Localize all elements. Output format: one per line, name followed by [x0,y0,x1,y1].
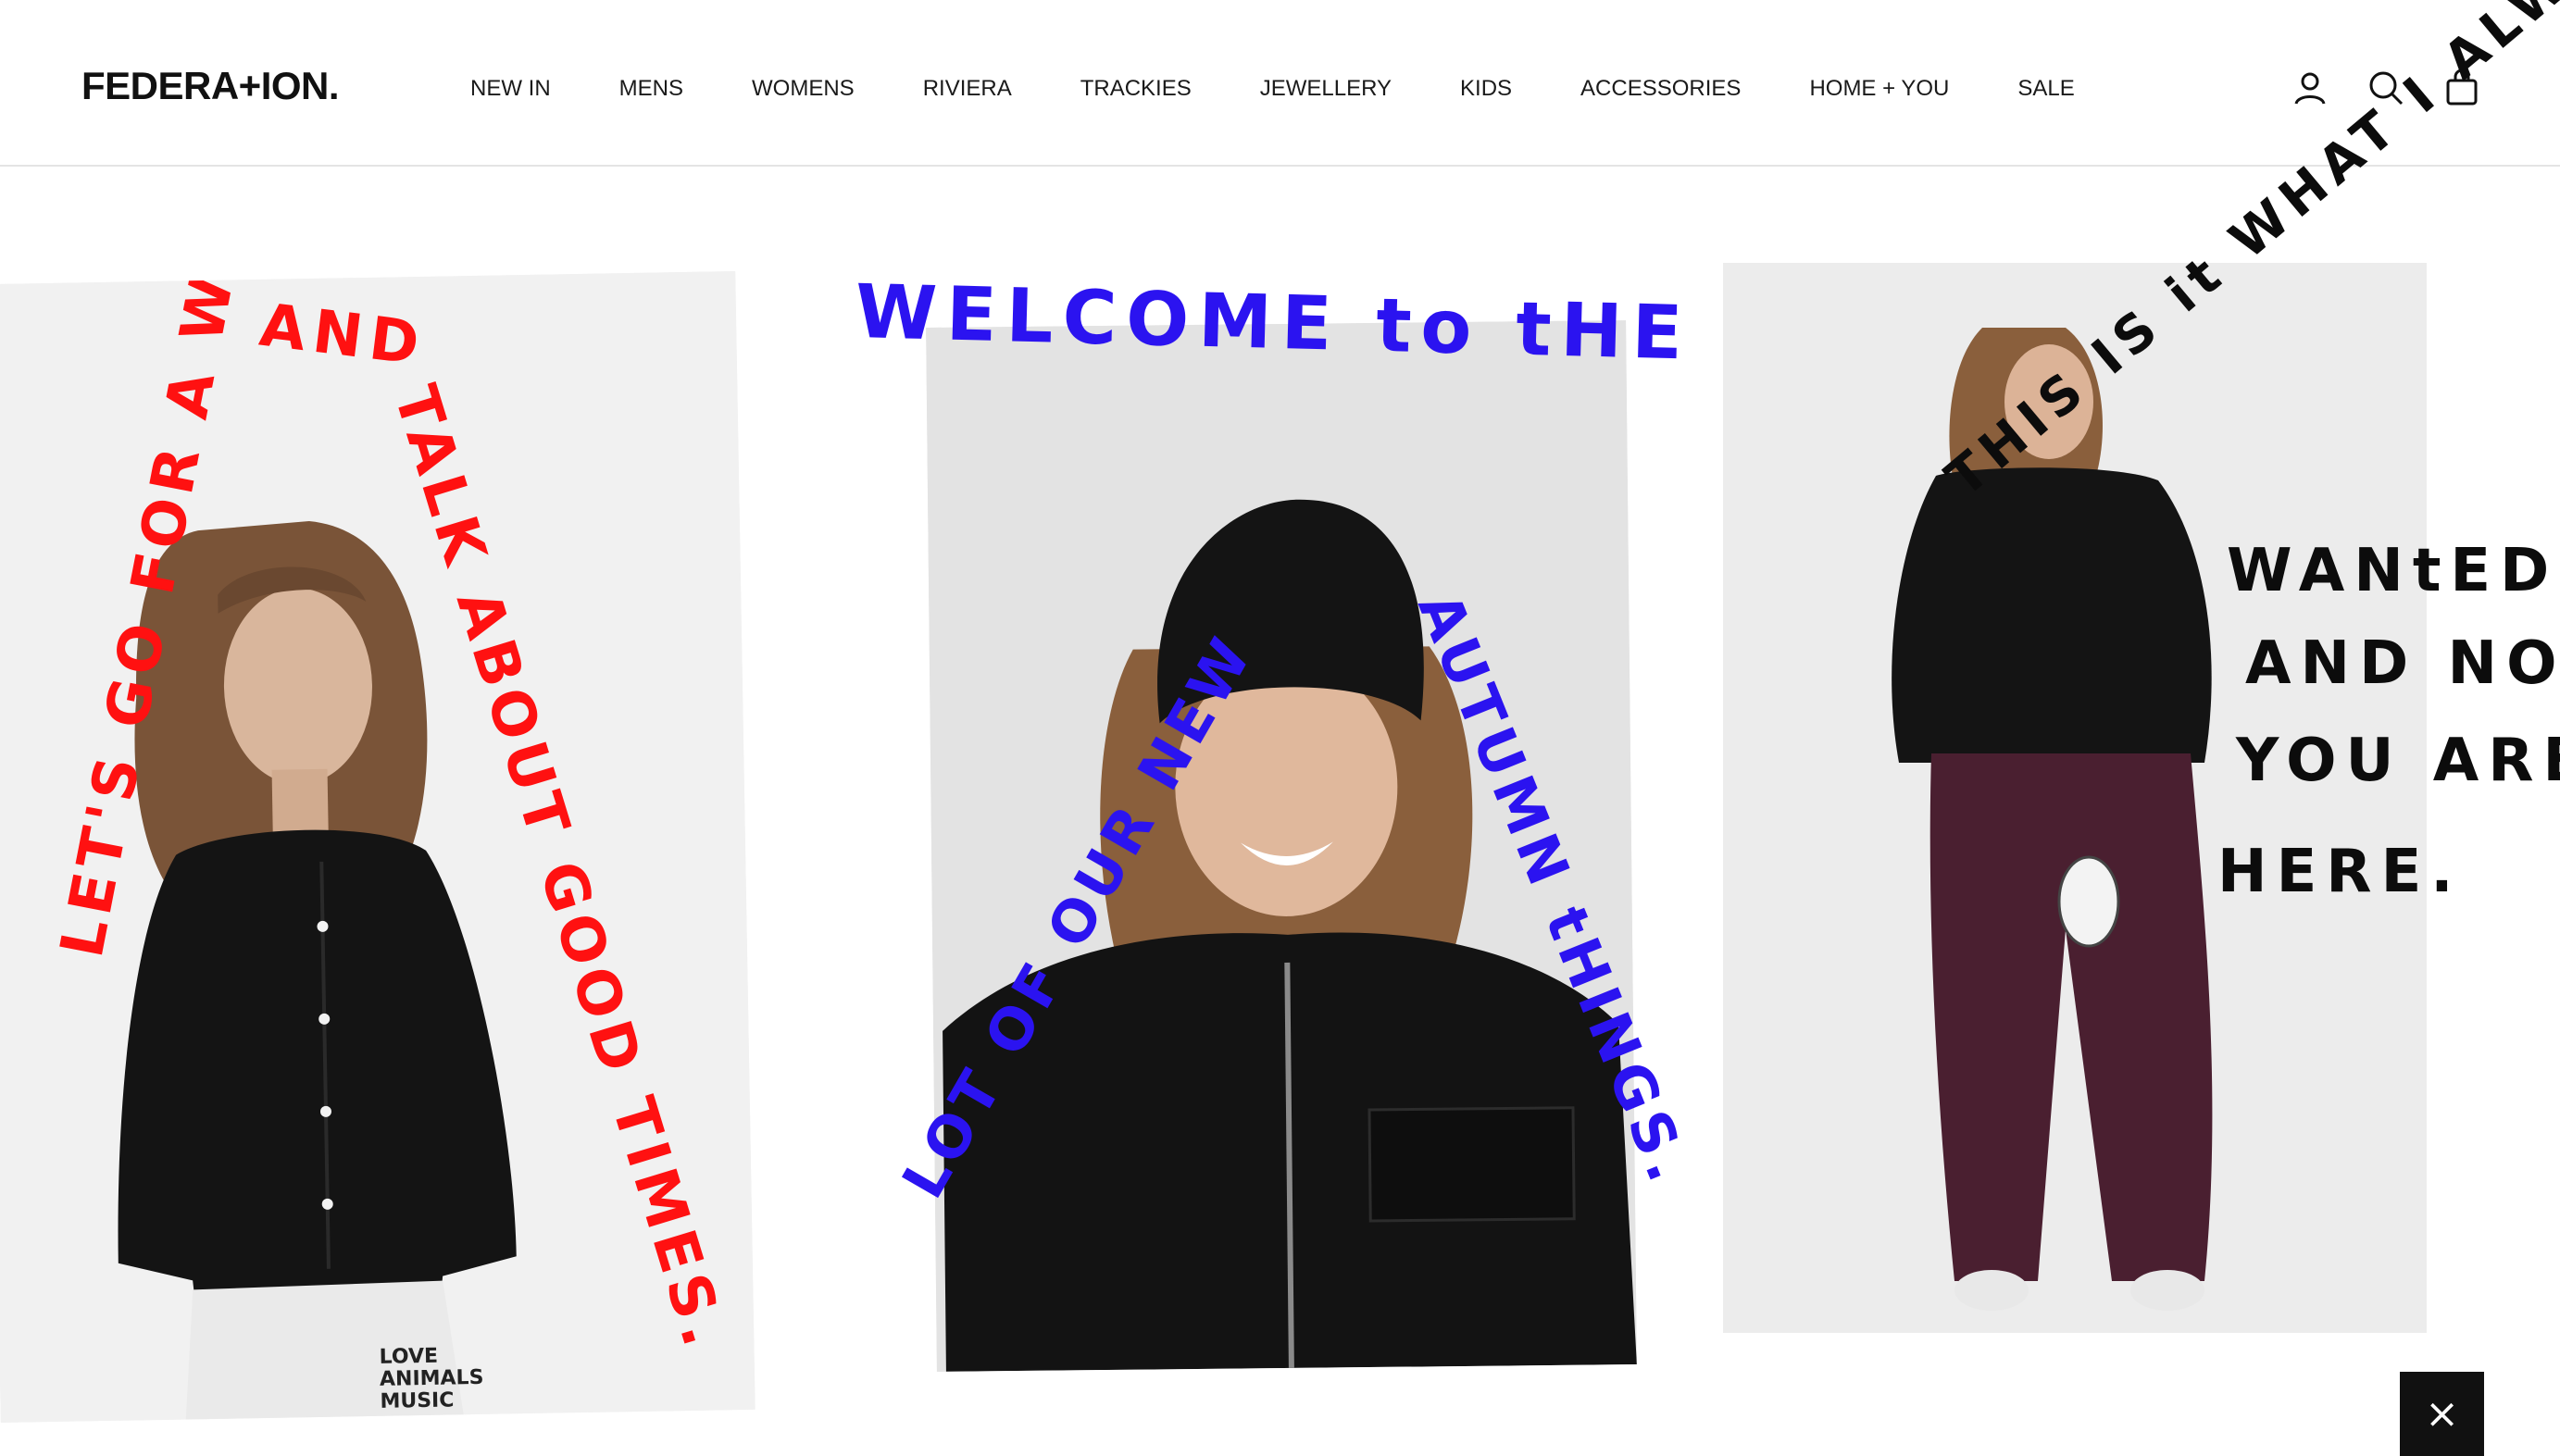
scribble-and-now: AND NOW [2245,629,2560,698]
nav-item-kids[interactable]: KIDS [1460,70,1512,107]
scribble-here: HERE. [2217,838,2463,906]
nav-item-mens[interactable]: MENS [619,70,683,107]
nav-item-new-in[interactable]: NEW IN [470,70,551,107]
hero-card-walk-talk[interactable]: LET'S GO FOR A WALK AND TALK ABOUT GOOD … [0,270,756,1424]
sweatpants-print-line: ANIMALS [379,1365,484,1391]
nav-item-riviera[interactable]: RIVIERA [923,70,1012,107]
nav-item-accessories[interactable]: ACCESSORIES [1580,70,1741,107]
sweatpants-print-line: LOVE [379,1344,439,1369]
site-header: FEDERA+ION. NEW IN MENS WOMENS RIVIERA T… [0,0,2560,167]
nav-item-home-you[interactable]: HOME + YOU [1809,70,1949,107]
sweatpants-print-line: MUSIC [380,1388,455,1413]
site-logo[interactable]: FEDERA+ION. [81,63,340,109]
main-nav: NEW IN MENS WOMENS RIVIERA TRACKIES JEWE… [470,70,2075,107]
account-icon[interactable] [2287,65,2333,111]
scribble-you-are: YOU ARE [2236,727,2560,795]
close-button[interactable]: × [2400,1372,2484,1456]
sweatpants-print: LOVE ANIMALS MUSIC [379,1344,484,1413]
nav-item-sale[interactable]: SALE [2017,70,2074,107]
nav-item-womens[interactable]: WOMENS [752,70,855,107]
nav-item-jewellery[interactable]: JEWELLERY [1260,70,1392,107]
nav-item-trackies[interactable]: TRACKIES [1080,70,1192,107]
scribble-wanted: WANtED. [2227,537,2560,605]
